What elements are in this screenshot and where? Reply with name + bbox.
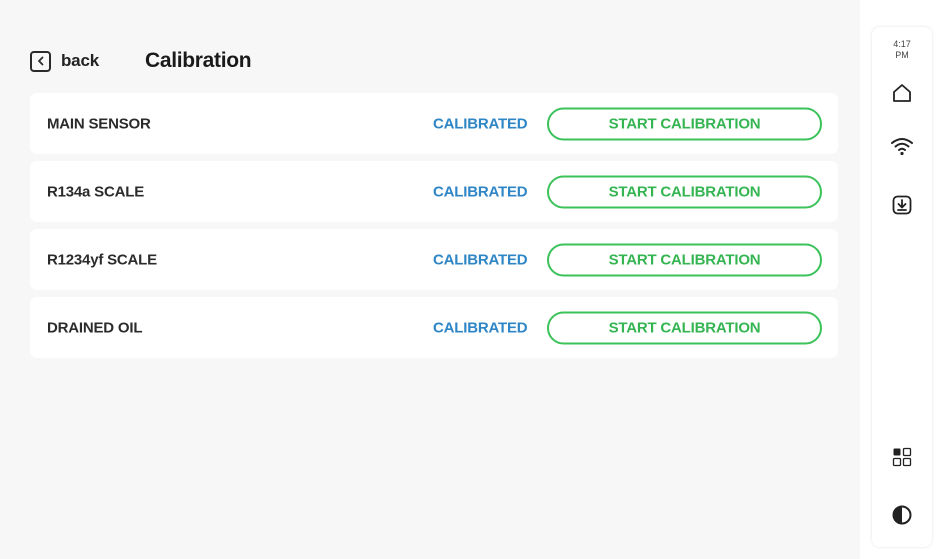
clock: 4:17 PM <box>872 39 932 61</box>
header: back Calibration <box>30 44 252 78</box>
calibration-row-drained-oil: DRAINED OIL CALIBRATED START CALIBRATION <box>30 297 838 358</box>
start-calibration-button[interactable]: START CALIBRATION <box>547 311 822 344</box>
back-label: back <box>61 51 99 70</box>
clock-time: 4:17 <box>893 39 911 49</box>
main-content: back Calibration MAIN SENSOR CALIBRATED … <box>0 0 860 559</box>
status-badge: CALIBRATED <box>433 183 528 200</box>
calibration-row-main-sensor: MAIN SENSOR CALIBRATED START CALIBRATION <box>30 93 838 154</box>
back-button[interactable]: back <box>30 50 99 72</box>
status-badge: CALIBRATED <box>433 115 528 132</box>
status-badge: CALIBRATED <box>433 319 528 336</box>
calibration-row-r134a-scale: R134a SCALE CALIBRATED START CALIBRATION <box>30 161 838 222</box>
calibration-row-r1234yf-scale: R1234yf SCALE CALIBRATED START CALIBRATI… <box>30 229 838 290</box>
contrast-icon[interactable] <box>891 504 913 526</box>
calibration-list: MAIN SENSOR CALIBRATED START CALIBRATION… <box>30 93 838 365</box>
start-calibration-button[interactable]: START CALIBRATION <box>547 243 822 276</box>
start-calibration-button[interactable]: START CALIBRATION <box>547 107 822 140</box>
row-name: MAIN SENSOR <box>47 115 151 132</box>
start-calibration-button[interactable]: START CALIBRATION <box>547 175 822 208</box>
apps-grid-icon[interactable] <box>892 447 912 467</box>
row-name: R134a SCALE <box>47 183 145 200</box>
status-badge: CALIBRATED <box>433 251 528 268</box>
sidebar: 4:17 PM <box>872 27 932 547</box>
clock-ampm: PM <box>895 50 909 60</box>
row-name: R1234yf SCALE <box>47 251 157 268</box>
page-title: Calibration <box>144 49 252 72</box>
row-name: DRAINED OIL <box>47 319 143 336</box>
home-icon[interactable] <box>891 82 913 104</box>
download-icon[interactable] <box>891 194 913 216</box>
wifi-icon[interactable] <box>890 136 914 156</box>
chevron-left-icon <box>30 50 51 72</box>
